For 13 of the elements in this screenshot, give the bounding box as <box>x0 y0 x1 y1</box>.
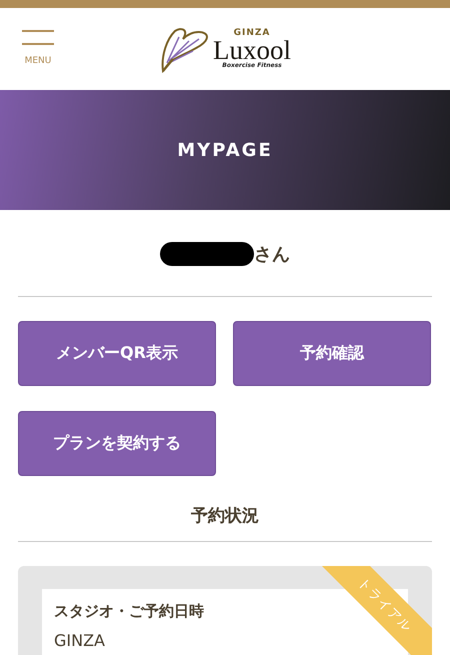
page-title: MYPAGE <box>177 140 273 160</box>
menu-icon <box>22 30 54 46</box>
field-label: スタジオ・ご予約日時 <box>54 602 204 621</box>
logo-brand-text: Luxool <box>213 38 291 62</box>
studio-name: GINZA <box>54 631 106 650</box>
user-honorific: さん <box>254 243 290 266</box>
logo-area-text: GINZA <box>234 28 270 38</box>
wing-icon <box>159 25 209 73</box>
action-button[interactable]: プランを契約する <box>18 411 216 476</box>
section-heading: 予約状況 <box>191 505 259 527</box>
action-button[interactable]: メンバーQR表示 <box>18 321 216 386</box>
menu-button[interactable]: MENU <box>22 30 54 66</box>
action-button[interactable]: 予約確認 <box>233 321 431 386</box>
